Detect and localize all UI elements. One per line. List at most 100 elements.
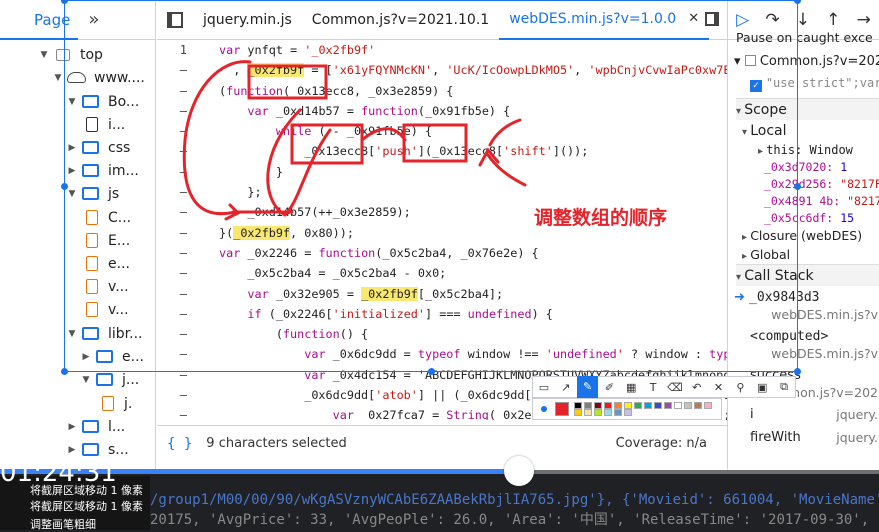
text-tool-icon[interactable]: T: [642, 381, 664, 394]
tree-item-file[interactable]: v...: [80, 275, 129, 298]
tree-item-folder[interactable]: ▶ im...: [66, 159, 139, 182]
color-swatch[interactable]: [603, 409, 612, 416]
color-swatch[interactable]: [623, 402, 632, 409]
mosaic-tool-icon[interactable]: ▦: [620, 381, 642, 394]
color-swatch[interactable]: [673, 402, 682, 409]
code-line[interactable]: (function() {: [219, 324, 727, 344]
copy-icon[interactable]: ⧉: [773, 380, 795, 394]
code-line[interactable]: , _0x2fb9f = ['x61yFQYNMcKN', 'UcK/IcOow…: [219, 60, 727, 80]
tree-item-folder[interactable]: ▼ libr...: [66, 322, 143, 345]
tab-webdes[interactable]: webDES.min.js?v=1.0.0 ✕: [499, 0, 710, 40]
line-number[interactable]: –: [157, 81, 201, 101]
breakpoint-item[interactable]: ✓ "use strict";var: [750, 73, 879, 93]
code-line[interactable]: _0x13ecc8['push'](_0x13ecc8['shift']());: [219, 141, 727, 161]
color-swatch[interactable]: [613, 402, 622, 409]
undo-icon[interactable]: ↶: [686, 381, 708, 394]
code-line[interactable]: var _0x6dc9dd = typeof window !== 'undef…: [219, 344, 727, 364]
line-number[interactable]: –: [157, 263, 201, 283]
pretty-print-icon[interactable]: { }: [167, 436, 192, 452]
line-number[interactable]: 1: [157, 40, 201, 60]
rectangle-tool-icon[interactable]: ▭: [533, 381, 555, 394]
marker-tool-icon[interactable]: ✐: [598, 381, 620, 394]
tab-jquery[interactable]: jquery.min.js: [193, 0, 302, 40]
toggle-navigator-icon[interactable]: [167, 11, 183, 28]
brush-size-dot[interactable]: [541, 406, 547, 412]
color-swatch[interactable]: [603, 402, 612, 409]
close-icon[interactable]: ✕: [688, 0, 699, 39]
tree-item-folder[interactable]: ▶ l...: [66, 415, 126, 438]
line-number[interactable]: –: [157, 60, 201, 80]
resume-icon[interactable]: ▷: [736, 10, 749, 30]
color-swatch[interactable]: [683, 402, 692, 409]
line-number[interactable]: –: [157, 101, 201, 121]
eraser-tool-icon[interactable]: ⌫: [664, 381, 686, 394]
color-swatch[interactable]: [573, 409, 582, 416]
step-into-icon[interactable]: ↓: [796, 10, 810, 30]
code-line[interactable]: var ynfqt = '_0x2fb9f': [219, 40, 727, 60]
tree-item-folder[interactable]: ▼ Bo...: [66, 90, 140, 113]
line-number[interactable]: –: [157, 121, 201, 141]
tree-item-folder[interactable]: ▶ css: [66, 136, 131, 159]
color-swatch[interactable]: [653, 402, 662, 409]
code-line[interactable]: var _0x32e905 = _0x2fb9f[_0x5c2ba4];: [219, 284, 727, 304]
tree-item-folder[interactable]: ▼ j...: [80, 368, 140, 391]
tree-item-top[interactable]: ▼ top: [38, 43, 103, 66]
line-number[interactable]: –: [157, 385, 201, 405]
pen-tool-icon[interactable]: ✎: [576, 376, 599, 398]
color-swatch[interactable]: [623, 409, 632, 416]
callstack-frame[interactable]: fireWith: [750, 428, 801, 448]
tree-item-domain[interactable]: ▼ www....: [52, 66, 145, 89]
line-number[interactable]: –: [157, 141, 201, 161]
color-swatch[interactable]: [573, 402, 582, 409]
tree-item-folder[interactable]: ▶ e...: [80, 345, 144, 368]
tab-common[interactable]: Common.js?v=2021.10.1: [302, 0, 499, 40]
line-number[interactable]: –: [157, 405, 201, 425]
code-line[interactable]: var _0xd14b57 = function(_0x91fb5e) {: [219, 101, 727, 121]
color-swatch[interactable]: [643, 402, 652, 409]
line-number[interactable]: –: [157, 324, 201, 344]
line-number[interactable]: –: [157, 162, 201, 182]
tree-item-file[interactable]: E...: [80, 229, 130, 252]
color-swatch[interactable]: [583, 402, 592, 409]
arrow-tool-icon[interactable]: ↗: [555, 381, 577, 394]
scope-local[interactable]: Local: [742, 121, 786, 141]
line-number[interactable]: –: [157, 182, 201, 202]
pause-caught-checkbox[interactable]: Pause on caught exce: [736, 28, 873, 48]
step-out-icon[interactable]: ↑: [826, 10, 840, 30]
tree-item-file[interactable]: e...: [80, 252, 130, 275]
callstack-frame[interactable]: i: [750, 405, 754, 425]
line-number[interactable]: –: [157, 243, 201, 263]
code-line[interactable]: (function(_0x13ecc8, _0x3e2859) {: [219, 81, 727, 101]
line-number[interactable]: –: [157, 304, 201, 324]
line-number[interactable]: –: [157, 365, 201, 385]
tree-item-folder[interactable]: ▼ js: [66, 182, 120, 205]
color-swatch[interactable]: [583, 409, 592, 416]
code-line[interactable]: }: [219, 162, 727, 182]
pin-icon[interactable]: ⚲: [729, 381, 751, 394]
step-over-icon[interactable]: ↷: [765, 10, 779, 30]
color-swatch[interactable]: [703, 402, 712, 409]
color-swatch[interactable]: [693, 402, 702, 409]
scope-global[interactable]: Global: [742, 245, 790, 265]
tree-item-file[interactable]: v...: [80, 298, 129, 321]
code-line[interactable]: _0x5c2ba4 = _0x5c2ba4 - 0x0;: [219, 263, 727, 283]
line-number[interactable]: –: [157, 223, 201, 243]
video-progress-bar[interactable]: [0, 469, 879, 474]
more-tabs-icon[interactable]: »: [78, 9, 99, 30]
scope-section[interactable]: Scope: [736, 98, 879, 120]
line-number[interactable]: –: [157, 284, 201, 304]
code-area[interactable]: var ynfqt = '_0x2fb9f' , _0x2fb9f = ['x6…: [219, 40, 727, 420]
toggle-debugger-icon[interactable]: [705, 12, 719, 26]
scope-closure[interactable]: Closure (webDES): [742, 226, 862, 246]
line-number[interactable]: –: [157, 344, 201, 364]
tab-page[interactable]: Page: [0, 0, 79, 40]
code-line[interactable]: while (-- _0x91fb5e) {: [219, 121, 727, 141]
color-swatch[interactable]: [633, 402, 642, 409]
tree-item-file[interactable]: j.: [96, 392, 132, 415]
code-line[interactable]: };: [219, 182, 727, 202]
color-swatch[interactable]: [593, 402, 602, 409]
save-icon[interactable]: ▣: [751, 381, 773, 394]
breakpoint-file[interactable]: ▾ Common.js?v=202: [734, 52, 879, 72]
checkbox-checked-icon[interactable]: ✓: [750, 80, 762, 92]
video-scrubber-knob[interactable]: [504, 456, 534, 486]
